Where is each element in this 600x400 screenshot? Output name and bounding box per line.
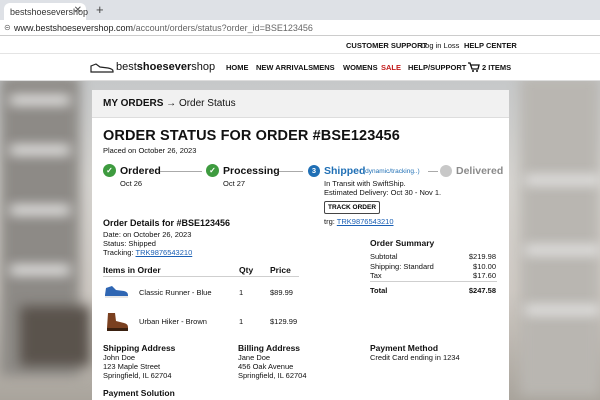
subtotal-value: $219.98 xyxy=(468,252,496,261)
price-header: Price xyxy=(270,265,291,275)
divider xyxy=(370,281,497,282)
tax-label: Tax xyxy=(370,271,382,280)
order-summary-heading: Order Summary xyxy=(370,238,435,248)
blue-runner-shoe-image xyxy=(105,286,128,298)
main-nav: bestshoesevershop HOME NEW ARRIVALS MENS… xyxy=(0,54,600,81)
nav-womens[interactable]: WOMENS xyxy=(343,63,378,72)
lock-icon: ⊝ xyxy=(4,23,11,32)
cart-icon[interactable] xyxy=(468,62,480,72)
breadcrumb-current: Order Status xyxy=(178,98,236,109)
shipping-address-heading: Shipping Address xyxy=(103,343,176,353)
item-qty: 1 xyxy=(239,288,244,297)
step-shipped-title: Shipped xyxy=(324,165,366,177)
order-status-panel: MY ORDERS → Order Status ORDER STATUS FO… xyxy=(92,90,509,400)
url-text[interactable]: www.bestshoesevershop.com/account/orders… xyxy=(14,23,313,33)
step-shipped-tag: (dynamic/tracking..) xyxy=(363,168,420,175)
item-price: $89.99 xyxy=(270,288,293,297)
step-processing-title: Processing xyxy=(223,165,280,177)
progress-line xyxy=(279,171,303,172)
billing-name: Jane Doe xyxy=(238,353,271,362)
item-name[interactable]: Urban Hiker - Brown xyxy=(139,317,207,326)
browser-tab[interactable]: bestshoesevershop ✕ xyxy=(4,3,88,20)
customer-support-link[interactable]: CUSTOMER SUPPORT xyxy=(346,41,427,50)
divider xyxy=(103,276,299,277)
total-value: $247.58 xyxy=(468,286,496,295)
nav-sale[interactable]: SALE xyxy=(381,63,401,72)
order-status-text: Status: Shipped xyxy=(103,239,156,248)
shipped-tracking-link[interactable]: TRK9876543210 xyxy=(337,217,394,226)
tax-value: $17.60 xyxy=(473,271,496,280)
payment-method-heading: Payment Method xyxy=(370,343,439,353)
help-center-link[interactable]: HELP CENTER xyxy=(464,41,517,50)
order-tracking: Tracking: TRK9876543210 xyxy=(103,248,193,257)
shipped-transit-text: In Transit with SwiftShip. xyxy=(324,179,406,188)
utility-nav: CUSTOMER SUPPORT Log in Loss HELP CENTER xyxy=(0,36,600,54)
shipped-tracking: trg: TRK9876543210 xyxy=(324,217,394,226)
payment-method-text: Credit Card ending in 1234 xyxy=(370,353,460,362)
estimated-delivery: Estimated Delivery: Oct 30 - Nov 1. xyxy=(324,188,442,197)
step-ordered-date: Oct 26 xyxy=(120,179,143,188)
order-details-heading: Order Details for #BSE123456 xyxy=(103,218,231,228)
billing-address-heading: Billing Address xyxy=(238,343,301,353)
tracking-link[interactable]: TRK9876543210 xyxy=(136,248,193,257)
nav-new-arrivals[interactable]: NEW ARRIVALS xyxy=(256,63,313,72)
delivered-pending-icon xyxy=(440,165,452,177)
item-qty: 1 xyxy=(239,317,244,326)
nav-mens[interactable]: MENS xyxy=(313,63,335,72)
order-date: Date: on October 26, 2023 xyxy=(103,230,192,239)
item-name[interactable]: Classic Runner - Blue xyxy=(139,288,212,297)
browser-tab-bar: bestshoesevershop ✕ + xyxy=(0,0,600,20)
payment-solution-heading: Payment Solution xyxy=(103,388,175,398)
shoe-logo-icon xyxy=(90,63,114,73)
shipped-step-number: 3 xyxy=(308,165,320,177)
breadcrumb: MY ORDERS → Order Status xyxy=(92,90,509,118)
item-price: $129.99 xyxy=(270,317,298,326)
placed-date: Placed on October 26, 2023 xyxy=(103,146,197,155)
subtotal-label: Subtotal xyxy=(370,252,398,261)
progress-line xyxy=(160,171,202,172)
billing-city: Springfield, IL 62704 xyxy=(238,371,307,380)
cart-count[interactable]: 2 ITEMS xyxy=(482,63,511,72)
address-bar[interactable]: ⊝ www.bestshoesevershop.com/account/orde… xyxy=(0,20,600,36)
shipping-label: Shipping: Standard xyxy=(370,262,434,271)
page-title: ORDER STATUS FOR ORDER #BSE123456 xyxy=(103,128,400,144)
ordered-check-icon: ✓ xyxy=(103,164,116,177)
track-order-button[interactable]: TRACK ORDER xyxy=(324,201,380,214)
breadcrumb-my-orders[interactable]: MY ORDERS xyxy=(103,98,163,109)
shipping-street: 123 Maple Street xyxy=(103,362,161,371)
processing-check-icon: ✓ xyxy=(206,164,219,177)
shipping-name: John Doe xyxy=(103,353,136,362)
brown-hiker-boot-image xyxy=(107,313,128,331)
nav-help-support[interactable]: HELP/SUPPORT xyxy=(408,63,466,72)
qty-header: Qty xyxy=(239,265,254,275)
brand-logo[interactable]: bestshoesevershop xyxy=(116,61,215,73)
items-header: Items in Order xyxy=(103,265,161,275)
new-tab-icon[interactable]: + xyxy=(96,2,104,17)
shipping-city: Springfield, IL 62704 xyxy=(103,371,172,380)
breadcrumb-arrow: → xyxy=(166,98,177,109)
step-delivered-title: Delivered xyxy=(456,165,504,177)
progress-line xyxy=(428,171,438,172)
close-tab-icon[interactable]: ✕ xyxy=(74,5,82,16)
login-link[interactable]: Log in Loss xyxy=(421,41,459,50)
step-processing-date: Oct 27 xyxy=(223,179,246,188)
shipping-value: $10.00 xyxy=(473,262,496,271)
step-ordered-title: Ordered xyxy=(120,165,161,177)
total-label: Total xyxy=(370,286,388,295)
billing-street: 456 Oak Avenue xyxy=(238,362,294,371)
nav-home[interactable]: HOME xyxy=(226,63,249,72)
